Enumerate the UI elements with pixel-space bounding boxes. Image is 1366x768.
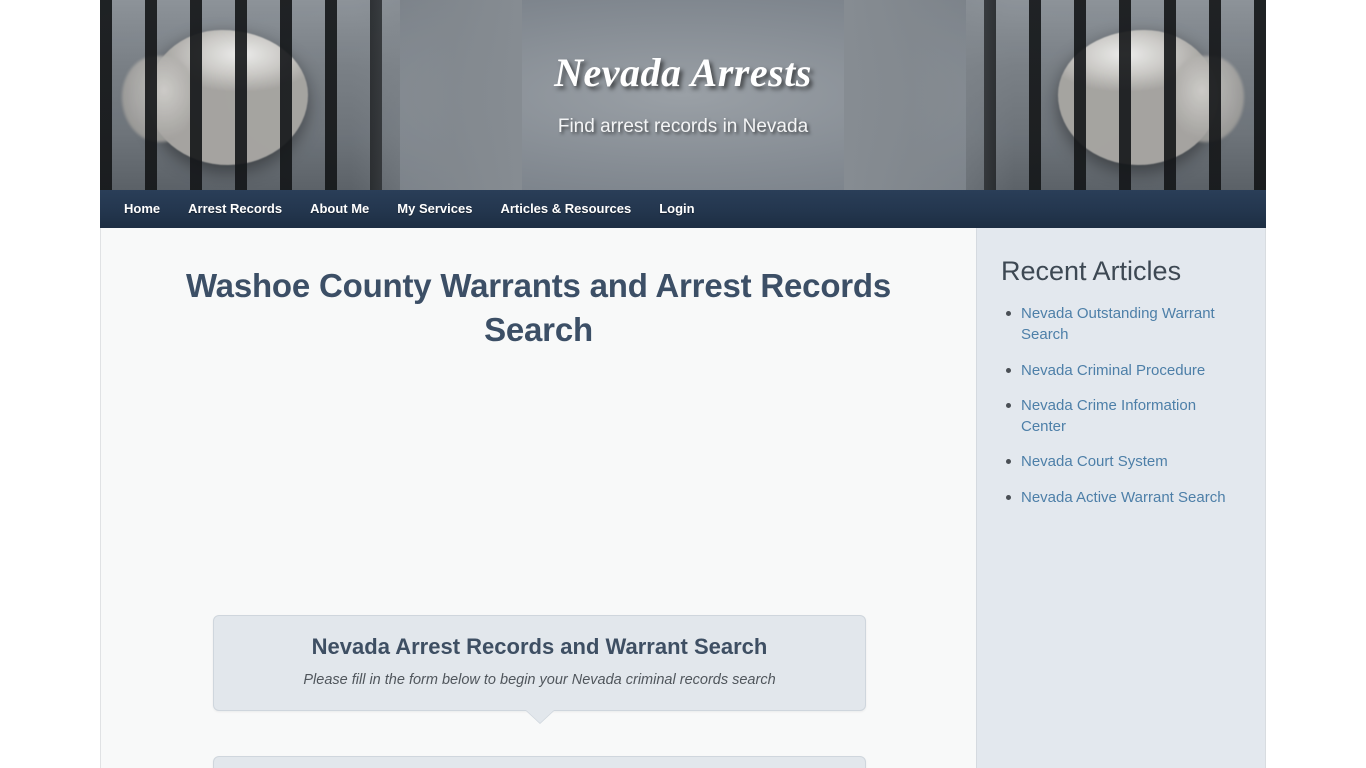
nav-item-arrest-records[interactable]: Arrest Records: [174, 190, 296, 228]
callout-subtext: Please fill in the form below to begin y…: [303, 672, 776, 688]
site-shell: Nevada Arrests Find arrest records in Ne…: [100, 0, 1266, 768]
page-root: Nevada Arrests Find arrest records in Ne…: [0, 0, 1366, 768]
sidebar-link-crime-information-center[interactable]: Nevada Crime Information Center: [1021, 397, 1196, 435]
nav-item-home[interactable]: Home: [110, 190, 174, 228]
callout-tail-arrow: [525, 710, 554, 723]
search-form-panel: *First Name: *Last Name: St: [213, 756, 866, 768]
sidebar: Recent Articles Nevada Outstanding Warra…: [976, 228, 1265, 768]
page-body: Washoe County Warrants and Arrest Record…: [100, 228, 1266, 768]
sidebar-link-criminal-procedure[interactable]: Nevada Criminal Procedure: [1021, 362, 1205, 379]
nav-item-about-me[interactable]: About Me: [296, 190, 383, 228]
nav-item-login[interactable]: Login: [645, 190, 708, 228]
main-navigation: Home Arrest Records About Me My Services…: [100, 190, 1266, 228]
sidebar-link-court-system[interactable]: Nevada Court System: [1021, 453, 1168, 470]
nav-item-articles-resources[interactable]: Articles & Resources: [486, 190, 645, 228]
banner-text-block: Nevada Arrests Find arrest records in Ne…: [100, 52, 1266, 138]
list-item: Nevada Outstanding Warrant Search: [1006, 303, 1243, 346]
recent-articles-list: Nevada Outstanding Warrant Search Nevada…: [977, 303, 1265, 508]
site-banner: Nevada Arrests Find arrest records in Ne…: [100, 0, 1266, 190]
main-content-column: Washoe County Warrants and Arrest Record…: [101, 228, 976, 768]
list-item: Nevada Criminal Procedure: [1006, 360, 1243, 381]
list-item: Nevada Active Warrant Search: [1006, 487, 1243, 508]
callout-heading: Nevada Arrest Records and Warrant Search: [311, 634, 768, 659]
list-item: Nevada Court System: [1006, 451, 1243, 472]
page-title: Washoe County Warrants and Arrest Record…: [185, 267, 892, 349]
search-callout-panel: Nevada Arrest Records and Warrant Search…: [213, 615, 866, 723]
sidebar-title: Recent Articles: [1001, 256, 1182, 286]
site-tagline: Find arrest records in Nevada: [557, 116, 809, 137]
list-item: Nevada Crime Information Center: [1006, 395, 1243, 438]
site-title: Nevada Arrests: [554, 50, 812, 95]
sidebar-link-outstanding-warrant-search[interactable]: Nevada Outstanding Warrant Search: [1021, 305, 1215, 343]
nav-item-my-services[interactable]: My Services: [383, 190, 486, 228]
sidebar-link-active-warrant-search[interactable]: Nevada Active Warrant Search: [1021, 489, 1226, 506]
